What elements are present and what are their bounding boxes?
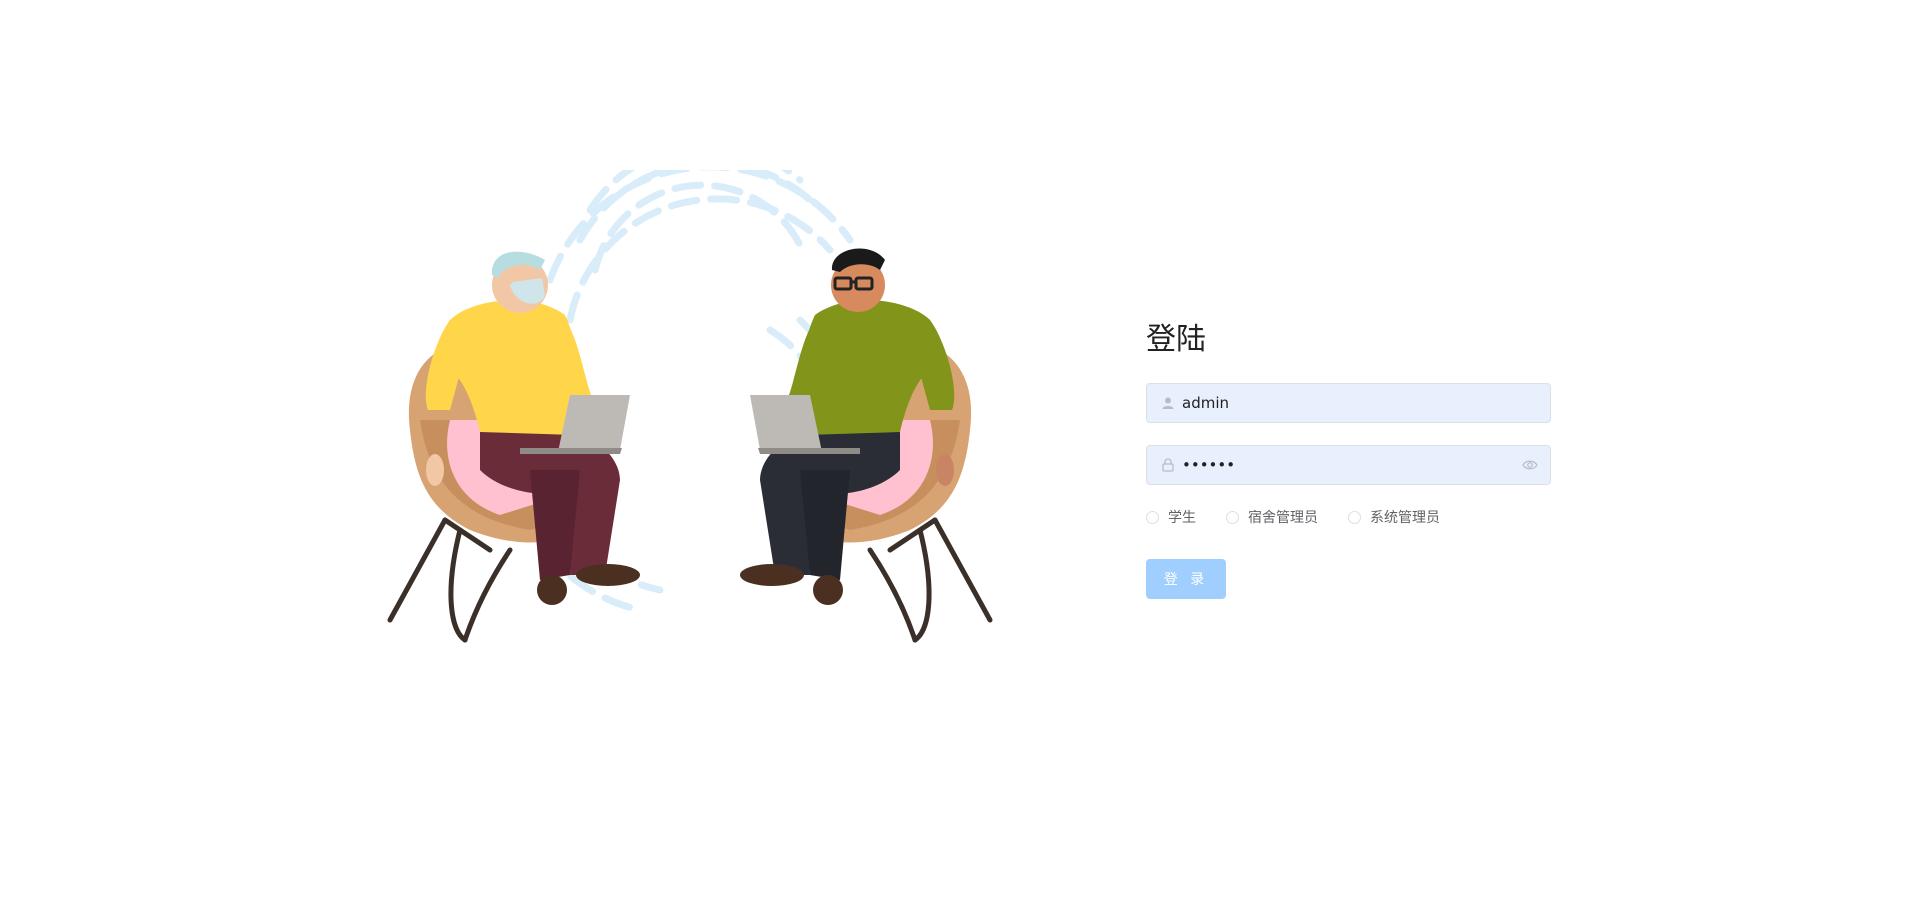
radio-circle[interactable]: [1348, 510, 1361, 524]
eye-icon[interactable]: [1522, 458, 1538, 472]
login-title: 登陆: [1146, 322, 1206, 357]
password-field-wrapper: [1146, 445, 1551, 485]
radio-circle[interactable]: [1226, 510, 1239, 524]
role-radio-system-admin[interactable]: 系统管理员: [1348, 507, 1440, 527]
username-input[interactable]: [1147, 384, 1550, 422]
role-label: 宿舍管理员: [1248, 510, 1318, 526]
username-field-wrapper: [1146, 383, 1551, 423]
user-icon: [1162, 397, 1174, 409]
login-illustration: [380, 142, 1000, 750]
radio-circle[interactable]: [1146, 510, 1159, 524]
role-radio-dorm-admin[interactable]: 宿舍管理员: [1226, 507, 1318, 527]
role-radio-student[interactable]: 学生: [1146, 507, 1196, 527]
role-label: 学生: [1168, 510, 1196, 526]
role-radio-group: 学生 宿舍管理员 系统管理员: [1146, 507, 1551, 527]
password-input[interactable]: [1147, 446, 1550, 484]
role-label: 系统管理员: [1370, 510, 1440, 526]
login-form: 登陆 学生 宿舍管理员 系统管理员 登 录: [1146, 320, 1551, 599]
lock-icon: [1162, 458, 1174, 472]
two-people-with-laptops-illustration: [387, 142, 993, 643]
login-button[interactable]: 登 录: [1146, 559, 1226, 599]
